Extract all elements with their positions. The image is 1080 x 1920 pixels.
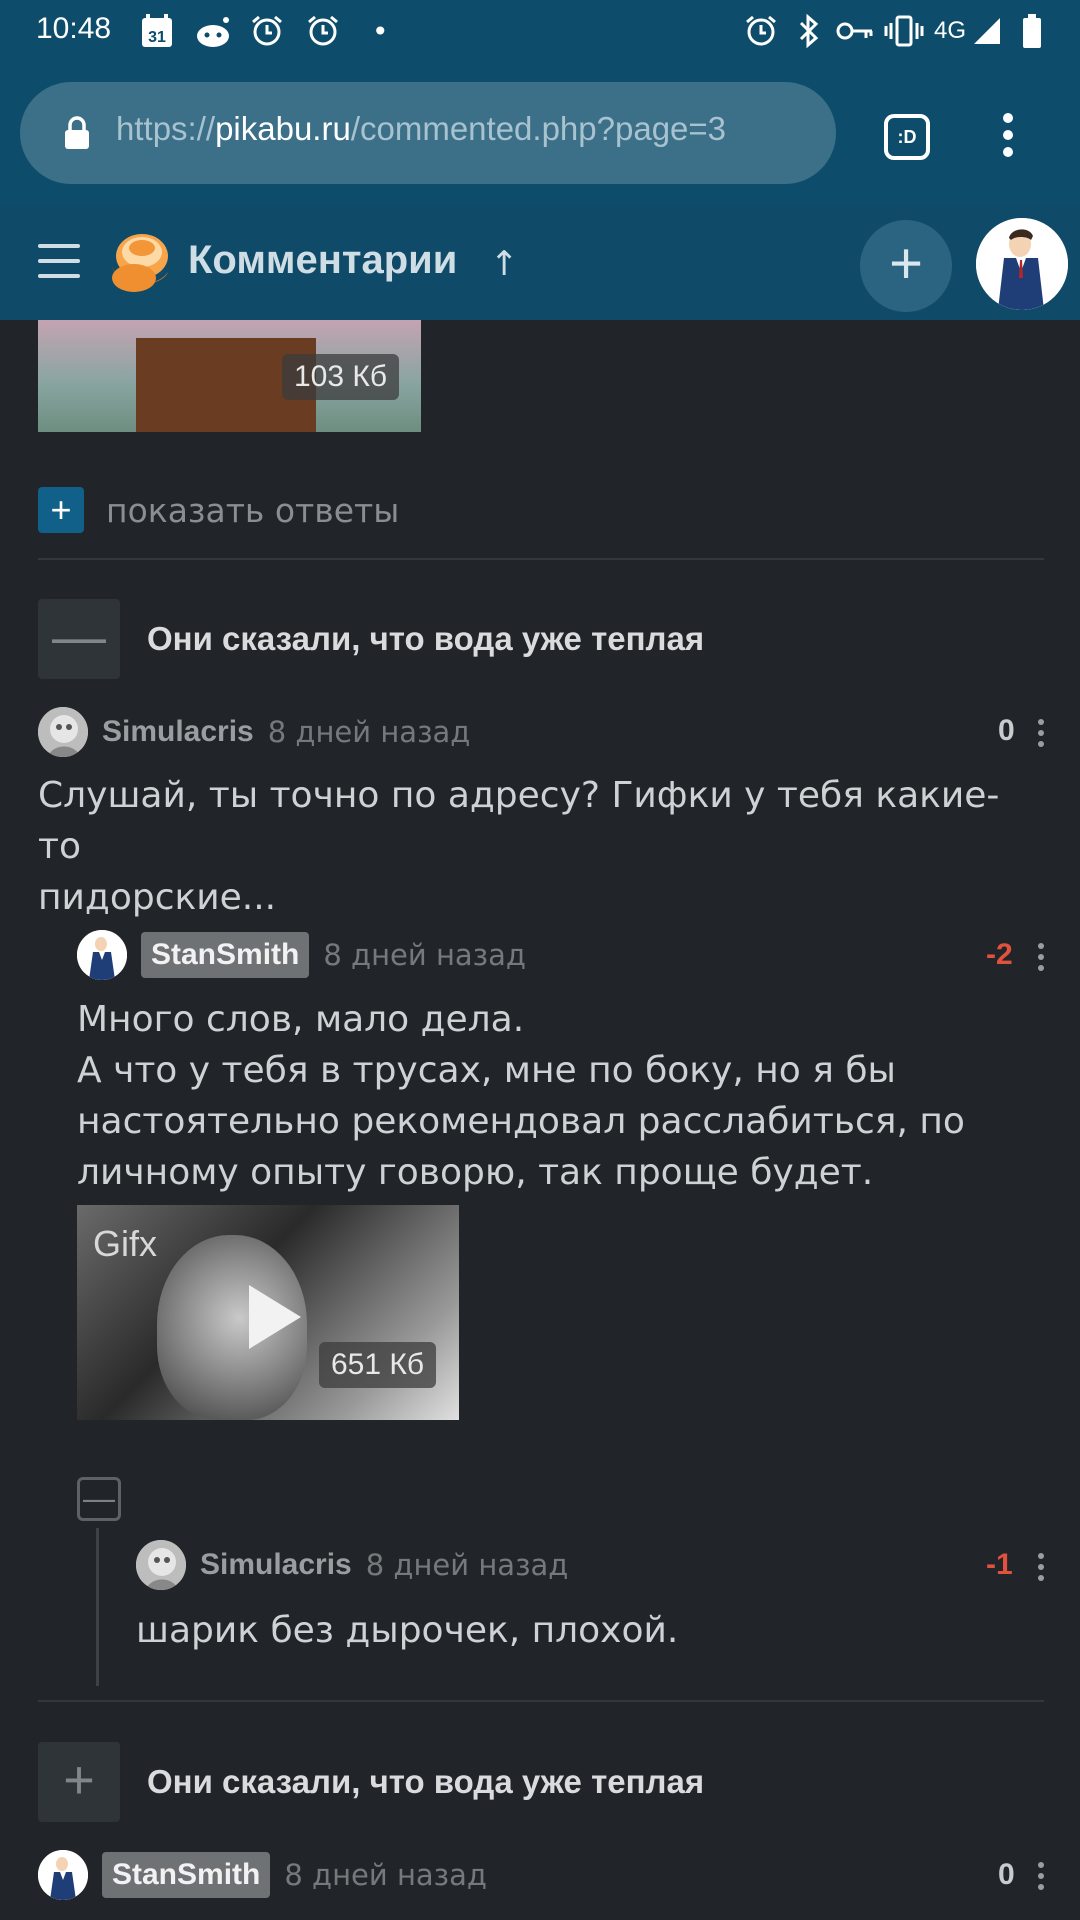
lock-icon	[62, 116, 92, 150]
comment-meta: Simulacris 8 дней назад	[136, 1540, 568, 1590]
avatar[interactable]	[136, 1540, 186, 1590]
avatar[interactable]	[38, 1850, 88, 1900]
comment-author[interactable]: StanSmith	[141, 932, 310, 978]
show-replies-button[interactable]: + показать ответы	[38, 486, 399, 534]
comment-text: шарик без дырочек, плохой.	[136, 1610, 679, 1651]
comment-date[interactable]: 8 дней назад	[284, 1858, 487, 1892]
collapse-story-button[interactable]: —	[38, 599, 120, 679]
tab-switcher-button[interactable]: :D	[884, 114, 930, 160]
comment-meta: StanSmith 8 дней назад	[77, 930, 526, 980]
alarm-icon-2	[306, 12, 340, 50]
divider	[38, 558, 1044, 560]
vpn-key-icon	[836, 12, 874, 50]
play-icon[interactable]	[249, 1285, 301, 1349]
comment-meta: Simulacris 8 дней назад	[38, 707, 470, 757]
battery-icon	[1022, 12, 1042, 50]
comment-author[interactable]: Simulacris	[102, 715, 254, 749]
collapse-thread-button[interactable]: —	[77, 1477, 121, 1521]
comment-rating: -2	[986, 938, 1013, 971]
vibrate-icon	[884, 12, 924, 50]
avatar[interactable]	[77, 930, 127, 980]
comment-rating: 0	[998, 714, 1015, 747]
story-header[interactable]: — Они сказали, что вода уже теплая	[38, 599, 704, 679]
comment-author[interactable]: Simulacris	[200, 1548, 352, 1582]
gif-player[interactable]: Gifx 651 Кб	[77, 1205, 459, 1420]
network-type: 4G	[934, 17, 967, 44]
thread-line[interactable]	[96, 1528, 99, 1686]
story-title[interactable]: Они сказали, что вода уже теплая	[147, 1763, 704, 1801]
expand-story-button[interactable]: +	[38, 1742, 120, 1822]
comment-rating: -1	[986, 1548, 1013, 1581]
app-header: Комментарии ↑ +	[0, 204, 1080, 320]
status-bar: 10:48 31 • 4G	[0, 0, 1080, 64]
comment-date[interactable]: 8 дней назад	[366, 1548, 569, 1582]
comment-text: Много слов, мало дела. А что у тебя в тр…	[77, 999, 965, 1193]
comment-rating: 0	[998, 1858, 1015, 1891]
comment-menu-icon[interactable]	[1036, 719, 1046, 749]
calendar-icon: 31	[140, 12, 174, 50]
comment-date[interactable]: 8 дней назад	[268, 715, 471, 749]
alarm-icon	[250, 12, 284, 50]
comment-menu-icon[interactable]	[1036, 943, 1046, 973]
comment-author[interactable]: StanSmith	[102, 1852, 271, 1898]
story-header[interactable]: + Они сказали, что вода уже теплая	[38, 1742, 704, 1822]
address-bar[interactable]: https://pikabu.ru/commented.php?page=3	[20, 82, 836, 184]
menu-icon[interactable]	[38, 244, 80, 280]
browser-toolbar: https://pikabu.ru/commented.php?page=3 :…	[0, 64, 1080, 204]
comment-meta: StanSmith 8 дней назад	[38, 1850, 487, 1900]
avatar[interactable]	[38, 707, 88, 757]
gif-size-badge: 651 Кб	[319, 1342, 437, 1388]
gif-watermark: Gifx	[93, 1223, 158, 1264]
divider	[38, 1700, 1044, 1702]
alarm-set-icon	[744, 12, 778, 50]
add-post-button[interactable]: +	[860, 220, 952, 312]
reddit-icon	[194, 12, 232, 50]
image-size-badge: 103 Кб	[282, 354, 400, 400]
page-title: Комментарии	[188, 238, 458, 282]
comment-date[interactable]: 8 дней назад	[323, 938, 526, 972]
calendar-day: 31	[148, 29, 166, 46]
comment-menu-icon[interactable]	[1036, 1553, 1046, 1583]
user-avatar[interactable]	[976, 218, 1068, 310]
sort-arrow-icon[interactable]: ↑	[490, 244, 519, 284]
browser-menu-icon[interactable]	[996, 108, 1020, 168]
expand-icon[interactable]: +	[38, 487, 84, 533]
comment-image[interactable]: 103 Кб	[38, 320, 421, 432]
show-replies-label[interactable]: показать ответы	[106, 491, 399, 530]
url-text[interactable]: https://pikabu.ru/commented.php?page=3	[116, 110, 726, 148]
pikabu-logo[interactable]	[104, 226, 174, 296]
signal-icon	[972, 12, 1002, 50]
clock: 10:48	[36, 12, 112, 45]
story-title[interactable]: Они сказали, что вода уже теплая	[147, 620, 704, 658]
comment-text: Слушай, ты точно по адресу? Гифки у тебя…	[38, 775, 1000, 918]
comment-menu-icon[interactable]	[1036, 1862, 1046, 1892]
bluetooth-icon	[796, 12, 822, 50]
notification-dot-icon: •	[372, 14, 389, 48]
